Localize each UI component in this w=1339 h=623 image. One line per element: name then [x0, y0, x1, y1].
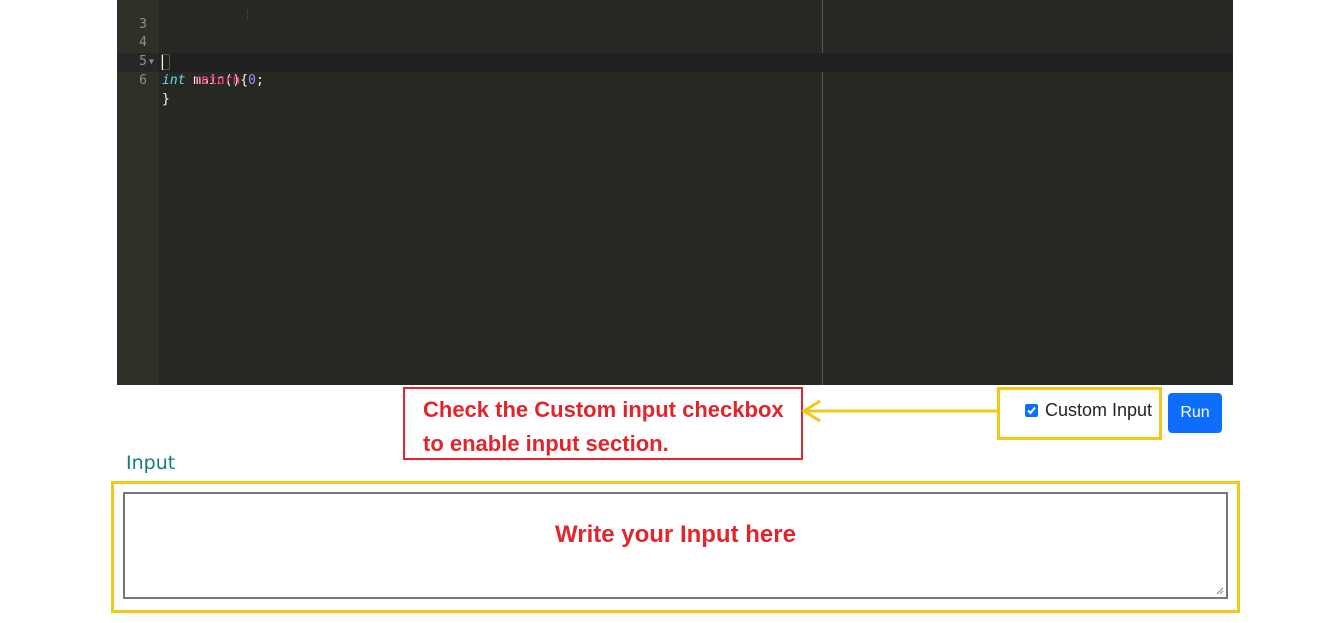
- custom-input-textarea[interactable]: Write your Input here: [123, 492, 1228, 599]
- input-section-highlight: Write your Input here: [111, 481, 1240, 613]
- input-section-label: Input: [126, 452, 176, 474]
- annotation-text: Check the Custom input checkbox to enabl…: [423, 393, 801, 461]
- annotation-line-1: Check the Custom input checkbox: [423, 397, 784, 422]
- resize-handle-icon[interactable]: [1216, 587, 1224, 595]
- custom-input-label[interactable]: Custom Input: [1045, 400, 1152, 421]
- arrow-left-icon: [801, 399, 997, 423]
- code-text: }: [162, 92, 170, 107]
- return-keyword: return: [193, 73, 241, 88]
- custom-input-highlight: Custom Input: [997, 387, 1162, 440]
- indent-guide: [247, 10, 249, 19]
- code-line: 5 return 0;: [117, 33, 1233, 88]
- code-line: 6 }: [117, 52, 1233, 107]
- annotation-line-2: to enable input section.: [423, 431, 669, 456]
- input-hint-text: Write your Input here: [555, 521, 796, 548]
- code-line: 4 ▼ int main(){: [117, 14, 1233, 88]
- code-editor[interactable]: 3 4 ▼ int main(){ 5 return 0; 6 }: [117, 0, 1233, 385]
- run-button[interactable]: Run: [1168, 393, 1222, 433]
- checkmark-icon: [1027, 406, 1036, 415]
- numeric-literal: 0: [248, 73, 256, 88]
- code-line: 3: [117, 0, 1233, 32]
- custom-input-checkbox[interactable]: [1025, 404, 1038, 417]
- text-cursor: [162, 55, 163, 70]
- code-text: ;: [255, 73, 264, 88]
- line-number: 6: [139, 73, 147, 88]
- annotation-callout: Check the Custom input checkbox to enabl…: [403, 387, 803, 460]
